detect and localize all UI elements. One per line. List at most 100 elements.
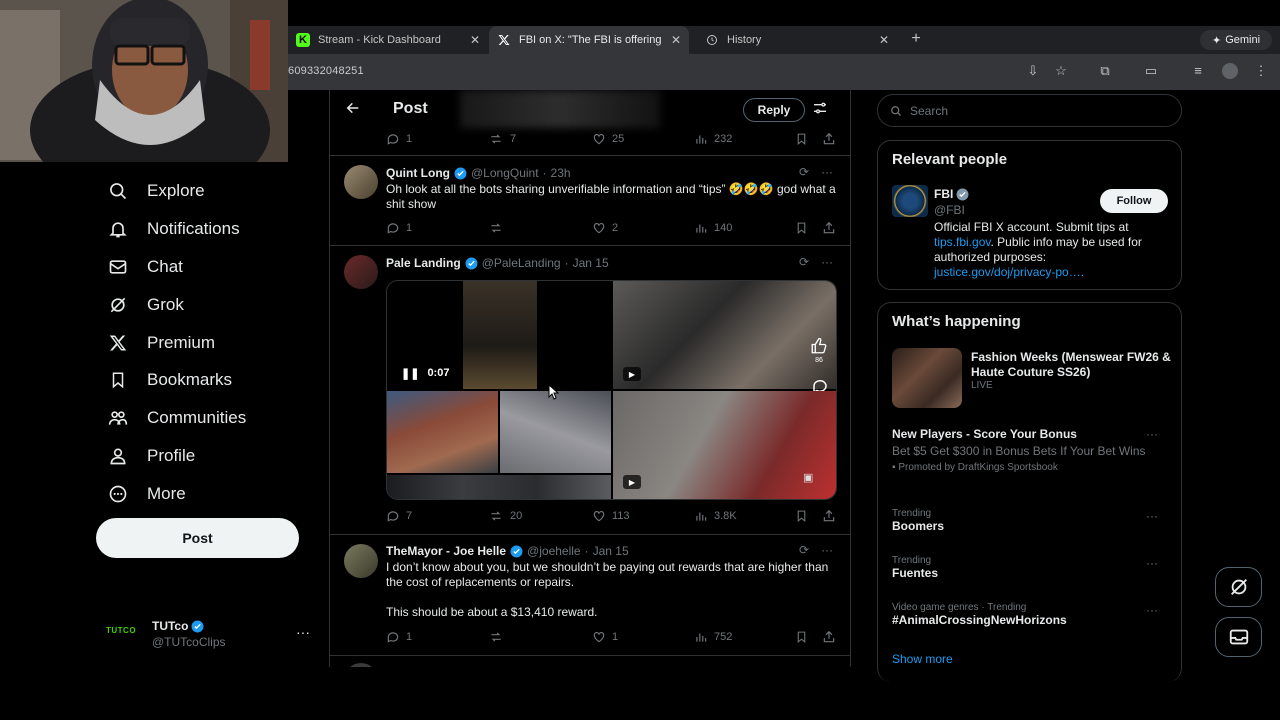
avatar[interactable] (344, 165, 378, 199)
tab-fbi-on-x[interactable]: FBI on X: "The FBI is offering ✕ (489, 26, 689, 54)
tips-link[interactable]: tips.fbi.gov (934, 235, 990, 249)
video-thumbnail[interactable]: ▶ (613, 281, 836, 389)
promoted-trend[interactable]: New Players - Score Your Bonus Bet $5 Ge… (892, 427, 1172, 473)
like-action[interactable]: 1 (592, 630, 618, 644)
media-grid[interactable]: ❚❚ 0:07 ▶ 86 ▶ ▣ (386, 280, 837, 500)
sidebar-item-bookmarks[interactable]: Bookmarks (106, 365, 232, 395)
more-icon[interactable]: ··· (296, 624, 310, 640)
more-icon[interactable]: ··· (821, 255, 833, 269)
views-action[interactable]: 140 (694, 221, 732, 235)
avatar[interactable] (344, 255, 378, 289)
like-action[interactable]: 25 (592, 132, 624, 146)
trend-item[interactable]: Trending Fuentes (892, 555, 1172, 581)
avatar[interactable] (344, 663, 378, 667)
trend-image[interactable] (892, 348, 962, 408)
sidebar-item-explore[interactable]: Explore (106, 176, 205, 206)
repost-action[interactable] (488, 630, 504, 644)
reply-button[interactable]: Reply (743, 98, 805, 122)
views-action[interactable]: 232 (694, 132, 732, 146)
repost-action[interactable] (488, 221, 504, 235)
kebab-menu-icon[interactable]: ⋮ (1253, 63, 1269, 79)
tab-kick-dashboard[interactable]: K Stream - Kick Dashboard ✕ (288, 26, 488, 54)
like-action[interactable]: 113 (592, 509, 630, 523)
trend-item[interactable]: Trending Boomers (892, 508, 1172, 534)
bookmark-icon[interactable] (795, 132, 808, 146)
bell-icon (106, 217, 130, 241)
grok-floating-button[interactable] (1215, 567, 1262, 607)
views-action[interactable]: 3.8K (694, 509, 737, 523)
account-switcher[interactable]: TUTCO TUTco @TUTcoClips ··· (106, 616, 316, 656)
tweet-actions: 1 7 25 232 (386, 130, 838, 148)
more-icon[interactable]: ··· (1146, 509, 1158, 523)
follow-button[interactable]: Follow (1100, 189, 1168, 213)
filter-icon[interactable] (812, 100, 828, 121)
search-input[interactable]: Search (877, 94, 1182, 127)
sidebar-item-notifications[interactable]: Notifications (106, 214, 240, 244)
reply-action[interactable]: 7 (386, 509, 412, 523)
more-icon[interactable]: ··· (1146, 603, 1158, 617)
sidebar-item-chat[interactable]: Chat (106, 252, 183, 282)
gemini-button[interactable]: ✦ Gemini (1200, 30, 1272, 50)
sidebar-item-premium[interactable]: Premium (106, 328, 215, 358)
profile-handle[interactable]: @FBI (934, 203, 965, 217)
grok-icon[interactable]: ⟳ (799, 255, 809, 269)
pause-icon[interactable]: ❚❚ (401, 367, 419, 380)
more-icon[interactable]: ··· (1146, 556, 1158, 570)
privacy-link[interactable]: justice.gov/doj/privacy-po…. (934, 265, 1084, 279)
repost-action[interactable]: 20 (488, 509, 522, 523)
cast-icon[interactable]: ▭ (1143, 63, 1159, 79)
back-arrow-icon[interactable] (345, 100, 361, 121)
tab-history[interactable]: History ✕ (697, 26, 897, 54)
trend-item[interactable]: Video game genres · Trending #AnimalCros… (892, 602, 1172, 628)
new-tab-button[interactable]: + (906, 30, 926, 48)
media-icon[interactable]: ≡ (1190, 63, 1206, 79)
star-icon[interactable]: ☆ (1053, 63, 1069, 79)
profile-name[interactable]: FBI (934, 187, 969, 201)
share-icon[interactable] (822, 630, 836, 644)
profile-avatar-icon[interactable] (1222, 63, 1238, 79)
tweet-quint-long[interactable]: Quint Long @LongQuint · 23h ⟳ ··· Oh loo… (330, 156, 850, 246)
video-thumbnail[interactable]: ▶ ▣ (613, 391, 836, 499)
repost-action[interactable]: 7 (488, 132, 516, 146)
messages-floating-button[interactable] (1215, 617, 1262, 657)
repost-icon (491, 632, 501, 642)
post-button[interactable]: Post (96, 518, 299, 558)
close-icon[interactable]: ✕ (879, 33, 889, 47)
close-icon[interactable]: ✕ (671, 33, 681, 47)
show-more-link[interactable]: Show more (892, 652, 953, 666)
image-thumbnail[interactable] (387, 475, 611, 499)
sidebar-item-more[interactable]: More (106, 479, 186, 509)
like-action[interactable]: 2 (592, 221, 618, 235)
install-icon[interactable]: ⇩ (1025, 63, 1041, 79)
reply-action[interactable]: 1 (386, 221, 412, 235)
views-action[interactable]: 752 (694, 630, 732, 644)
image-thumbnail[interactable] (387, 391, 498, 473)
share-icon[interactable] (822, 509, 836, 523)
url-field[interactable]: 609332048251 (288, 65, 364, 77)
video-thumbnail[interactable]: ❚❚ 0:07 (387, 281, 611, 389)
tweet-header: Quint Long @LongQuint · 23h (386, 166, 571, 180)
extensions-icon[interactable]: ⧉ (1097, 63, 1113, 79)
avatar[interactable] (344, 544, 378, 578)
bookmark-icon[interactable] (795, 221, 808, 235)
sidebar-item-communities[interactable]: Communities (106, 403, 246, 433)
trend-featured[interactable]: Fashion Weeks (Menswear FW26 & Haute Cou… (971, 350, 1171, 391)
grok-icon[interactable]: ⟳ (799, 543, 809, 557)
reply-action[interactable]: 1 (386, 630, 412, 644)
fbi-seal-avatar[interactable] (892, 185, 928, 217)
reply-action[interactable]: 1 (386, 132, 412, 146)
video-like-overlay[interactable]: 86 (810, 337, 828, 364)
sidebar-item-profile[interactable]: Profile (106, 441, 195, 471)
share-icon[interactable] (822, 221, 836, 235)
sidebar-item-grok[interactable]: Grok (106, 290, 184, 320)
more-icon[interactable]: ··· (1146, 427, 1158, 441)
close-icon[interactable]: ✕ (470, 33, 480, 47)
video-controls[interactable]: ❚❚ 0:07 (401, 367, 449, 380)
share-icon[interactable] (822, 132, 836, 146)
grok-icon[interactable]: ⟳ (799, 165, 809, 179)
bookmark-icon[interactable] (795, 630, 808, 644)
bookmark-icon[interactable] (795, 509, 808, 523)
more-icon[interactable]: ··· (821, 543, 833, 557)
tweet-joe-helle[interactable]: TheMayor - Joe Helle @joehelle · Jan 15 … (330, 535, 850, 655)
more-icon[interactable]: ··· (821, 165, 833, 179)
